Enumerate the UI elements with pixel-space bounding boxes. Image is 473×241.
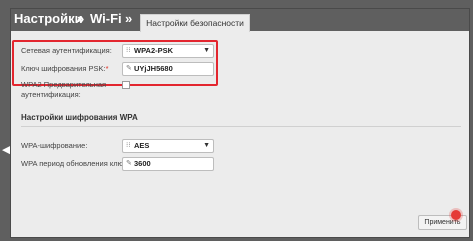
pencil-icon: ✎ — [126, 160, 132, 167]
preauth-checkbox[interactable] — [122, 81, 130, 89]
list-icon: ⁝⁝ — [126, 142, 131, 149]
breadcrumb-settings[interactable]: Настройки — [14, 11, 83, 26]
left-arrow-icon[interactable]: ◀ — [2, 144, 10, 156]
section-divider — [21, 126, 461, 127]
wpa-encryption-value: AES — [134, 141, 150, 150]
breadcrumb-separator: » — [77, 11, 85, 26]
breadcrumb-wifi[interactable]: Wi-Fi — [90, 11, 122, 26]
chevron-down-icon: ▼ — [203, 142, 210, 149]
wpa-encryption-label: WPA-шифрование: — [21, 141, 88, 150]
router-settings-screen: ◀ Настройки » Wi-Fi » Настройки безопасн… — [0, 0, 473, 241]
preauth-label: WPA2 Предварительная аутентификация: — [21, 80, 106, 100]
wpa-encryption-select[interactable]: ⁝⁝ AES ▼ — [122, 139, 214, 153]
preauth-label-line1: WPA2 Предварительная — [21, 80, 107, 89]
settings-panel: Настройки » Wi-Fi » Настройки безопаснос… — [11, 9, 469, 237]
tab-security-settings[interactable]: Настройки безопасности — [140, 14, 250, 32]
rekey-label-text: WPA период обновления ключа: — [21, 159, 134, 168]
section-title: Настройки шифрования WPA — [21, 113, 138, 122]
breadcrumb-separator: » — [125, 11, 133, 26]
preauth-label-line2: аутентификация: — [21, 90, 81, 99]
rekey-input[interactable]: ✎ 3600 — [122, 157, 214, 171]
header: Настройки » Wi-Fi » Настройки безопаснос… — [11, 9, 469, 32]
cursor-indicator — [451, 210, 461, 220]
rekey-value: 3600 — [134, 159, 151, 168]
rekey-label: WPA период обновления ключа:* — [21, 159, 136, 169]
